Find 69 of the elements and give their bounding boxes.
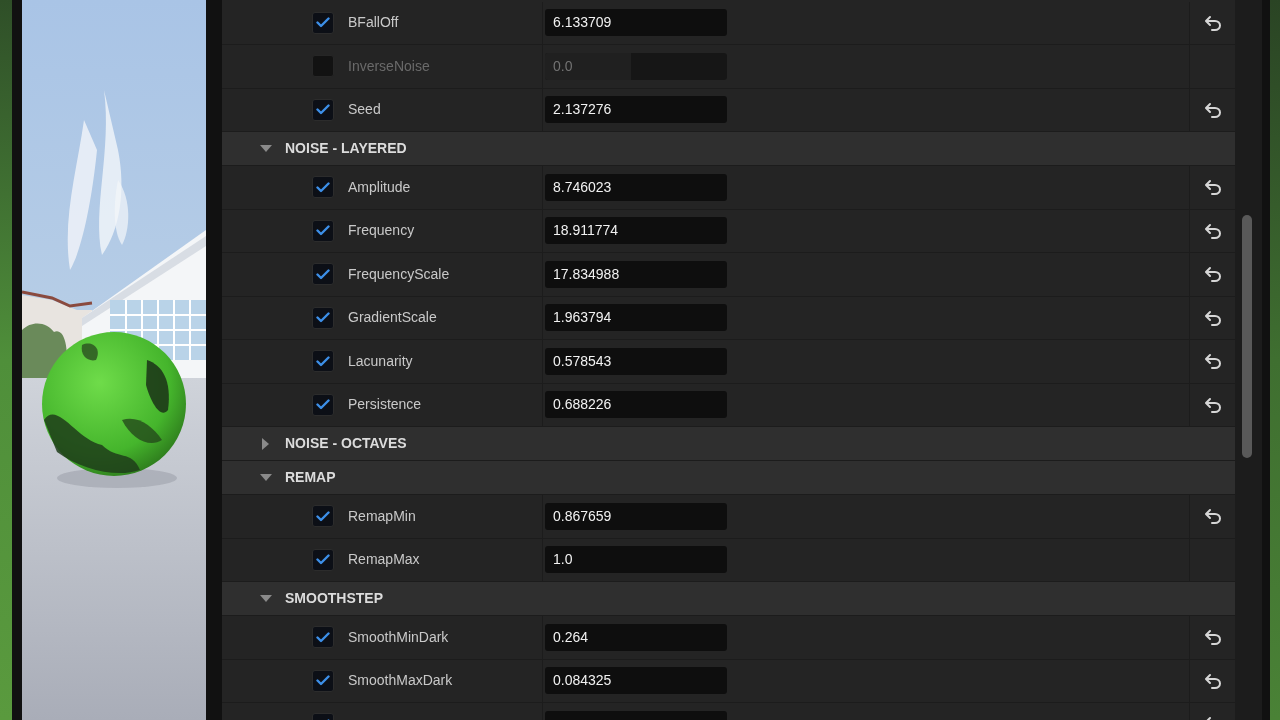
checkmark-icon: [316, 17, 330, 29]
checkmark-icon: [316, 355, 330, 367]
checkmark-icon: [316, 675, 330, 687]
checkbox[interactable]: [312, 548, 334, 571]
category-header[interactable]: REMAP: [222, 461, 1235, 495]
property-label: Lacunarity: [348, 351, 413, 371]
checkbox[interactable]: [312, 505, 334, 528]
property-label: RemapMax: [348, 550, 420, 570]
category-label: NOISE - OCTAVES: [285, 434, 407, 453]
property-label: Persistence: [348, 395, 422, 415]
value-field[interactable]: 18.911774: [545, 217, 727, 245]
checkbox[interactable]: [312, 176, 334, 199]
property-label: RemapMin: [348, 506, 416, 526]
value-field[interactable]: 17.834988: [545, 260, 727, 288]
checkmark-icon: [316, 268, 330, 280]
checkmark-icon: [316, 312, 330, 324]
property-label: InverseNoise: [348, 56, 430, 76]
scrollbar-thumb[interactable]: [1241, 215, 1252, 458]
value-field[interactable]: 1.963794: [545, 304, 727, 332]
checkbox[interactable]: [312, 626, 334, 649]
property-label: SmoothMaxDark: [348, 671, 453, 691]
property-label: Amplitude: [348, 177, 411, 197]
value-field[interactable]: 2.137276: [545, 96, 727, 124]
curved-arrow-icon[interactable]: [1203, 266, 1222, 283]
property-label: FrequencyScale: [348, 264, 450, 284]
category-header[interactable]: NOISE - OCTAVES: [222, 427, 1235, 461]
property-label: BFallOff: [348, 13, 399, 33]
value-field[interactable]: 0.578543: [545, 347, 727, 375]
curved-arrow-icon[interactable]: [1203, 396, 1222, 413]
checkmark-icon: [316, 554, 330, 566]
checkbox[interactable]: [312, 669, 334, 692]
value-field[interactable]: 0.084325: [545, 667, 727, 695]
checkbox[interactable]: [312, 263, 334, 286]
value-field[interactable]: 0.688226: [545, 391, 727, 419]
category-label: SMOOTHSTEP: [285, 589, 383, 608]
value-field[interactable]: 0.867659: [545, 502, 727, 530]
checkmark-icon: [316, 104, 330, 116]
value-field[interactable]: 0.264: [545, 623, 727, 651]
curved-arrow-icon[interactable]: [1203, 508, 1222, 525]
curved-arrow-icon[interactable]: [1203, 179, 1222, 196]
checkbox[interactable]: [312, 393, 334, 416]
curved-arrow-icon[interactable]: [1203, 629, 1222, 646]
checkbox[interactable]: [312, 306, 334, 329]
checkbox[interactable]: [312, 219, 334, 242]
property-label: Seed: [348, 100, 381, 120]
checkmark-icon: [316, 399, 330, 411]
value-field[interactable]: 8.746023: [545, 173, 727, 201]
category-label: REMAP: [285, 468, 336, 487]
value-field[interactable]: 6.133709: [545, 9, 727, 37]
property-label: GradientScale: [348, 308, 437, 328]
curved-arrow-icon[interactable]: [1203, 101, 1222, 118]
checkbox[interactable]: [312, 350, 334, 373]
category-header[interactable]: SMOOTHSTEP: [222, 582, 1235, 616]
curved-arrow-icon[interactable]: [1203, 672, 1222, 689]
checkbox[interactable]: [312, 11, 334, 34]
checkmark-icon: [316, 225, 330, 237]
curved-arrow-icon[interactable]: [1203, 14, 1222, 31]
checkmark-icon: [316, 510, 330, 522]
property-label: Frequency: [348, 221, 415, 241]
value-field[interactable]: 1.0: [545, 546, 727, 574]
category-header[interactable]: NOISE - LAYERED: [222, 132, 1235, 166]
curved-arrow-icon[interactable]: [1203, 353, 1222, 370]
curved-arrow-icon[interactable]: [1203, 309, 1222, 326]
curved-arrow-icon[interactable]: [1203, 222, 1222, 239]
checkbox[interactable]: [312, 98, 334, 121]
property-label: SmoothMinDark: [348, 627, 449, 647]
checkmark-icon: [316, 181, 330, 193]
checkmark-icon: [316, 631, 330, 643]
category-label: NOISE - LAYERED: [285, 139, 407, 158]
